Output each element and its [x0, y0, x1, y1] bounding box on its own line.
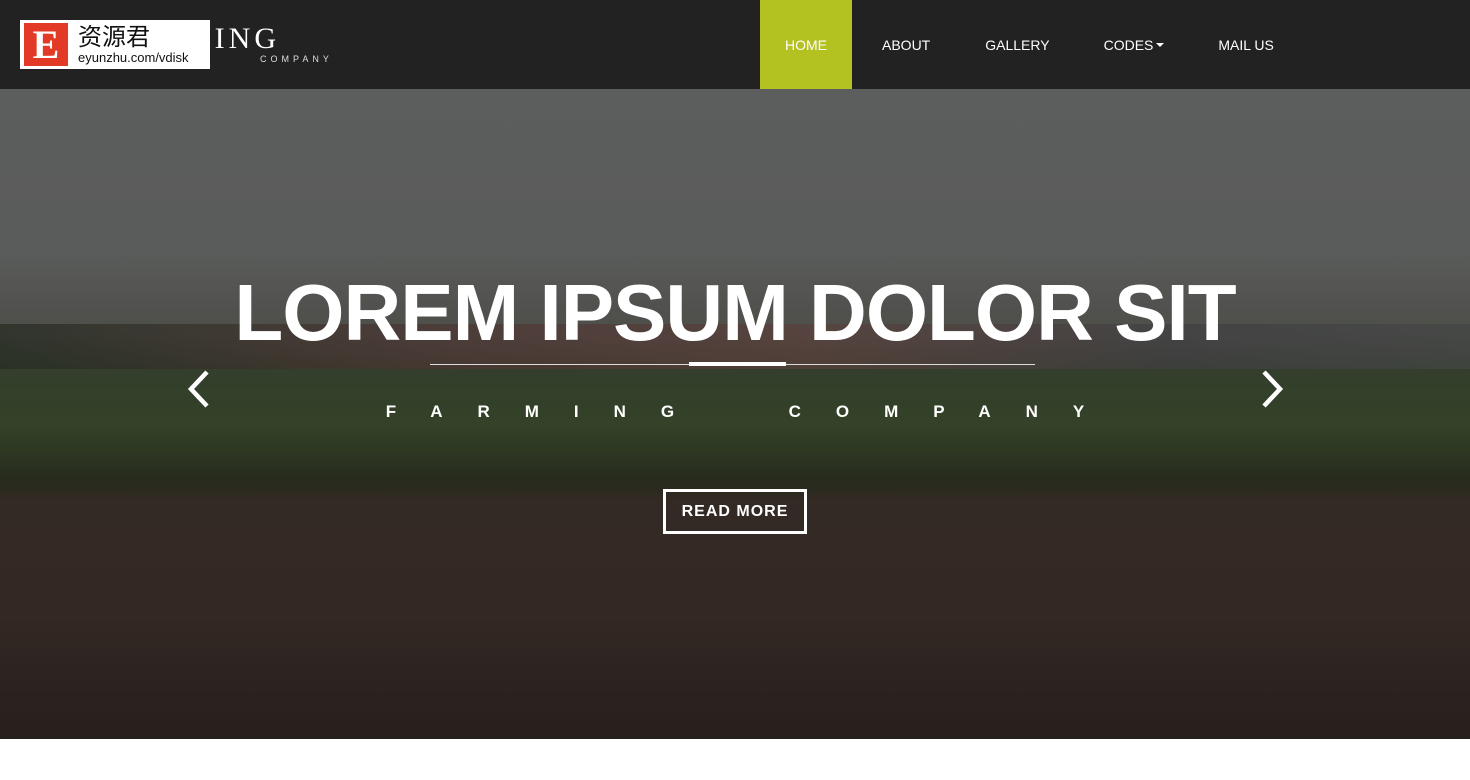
nav-label: GALLERY	[985, 36, 1050, 53]
hero-title: LOREM IPSUM DOLOR SIT	[234, 268, 1236, 357]
watermark-text: 资源君	[78, 23, 150, 51]
main-nav: HOME ABOUT GALLERY CODES MAIL US	[760, 0, 1301, 89]
read-more-button[interactable]: READ MORE	[663, 489, 807, 534]
watermark-url: eyunzhu.com/vdisk	[78, 50, 189, 65]
chevron-left-icon[interactable]	[185, 369, 215, 409]
chevron-right-icon[interactable]	[1256, 369, 1286, 409]
header: RMING COMPANY E 资源君 eyunzhu.com/vdisk HO…	[0, 0, 1470, 89]
divider-accent	[689, 362, 786, 366]
nav-home[interactable]: HOME	[760, 0, 852, 89]
nav-gallery[interactable]: GALLERY	[958, 0, 1076, 89]
caret-down-icon	[1156, 42, 1165, 47]
nav-label: ABOUT	[882, 36, 931, 53]
watermark-logo-icon: E	[24, 22, 68, 67]
nav-codes[interactable]: CODES	[1077, 0, 1192, 89]
nav-about[interactable]: ABOUT	[852, 0, 958, 89]
nav-mail-us[interactable]: MAIL US	[1191, 0, 1301, 89]
nav-label: MAIL US	[1218, 36, 1274, 53]
hero-slider: LOREM IPSUM DOLOR SIT FARMING COMPANY RE…	[0, 89, 1470, 739]
hero-subtitle: FARMING COMPANY	[385, 402, 1120, 421]
brand-subtitle: COMPANY	[260, 54, 333, 64]
nav-label: HOME	[785, 36, 827, 53]
watermark: E 资源君 eyunzhu.com/vdisk	[20, 20, 210, 69]
nav-label: CODES	[1103, 36, 1154, 53]
